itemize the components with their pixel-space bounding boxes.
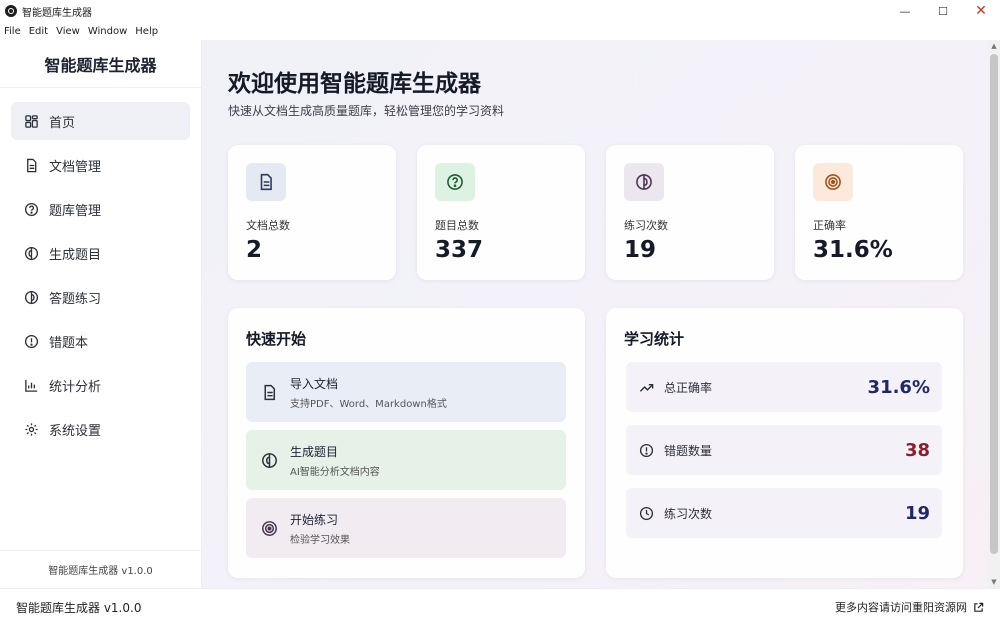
stat-label: 练习次数 — [624, 219, 668, 232]
sidebar-item-label: 答题练习 — [49, 291, 102, 307]
sidebar-version: 智能题库生成器 v1.0.0 — [0, 550, 201, 588]
page-subtitle: 快速从文档生成高质量题库，轻松管理您的学习资料 — [228, 104, 505, 118]
alert-icon — [638, 442, 654, 458]
stat-label: 题目总数 — [435, 219, 479, 232]
external-link-icon — [974, 602, 984, 612]
stat-value: 337 — [435, 237, 484, 263]
app-icon — [5, 5, 17, 17]
dashboard-icon — [23, 113, 39, 129]
sidebar: 智能题库生成器 首页 文档管理 题库管理 生成题目 答题练习 错题本 统计分析 … — [0, 40, 202, 588]
practice-icon — [23, 289, 39, 305]
sidebar-item-label: 生成题目 — [49, 247, 102, 263]
quick-item-desc: 支持PDF、Word、Markdown格式 — [290, 398, 447, 410]
menu-file[interactable]: File — [0, 26, 25, 37]
stat-row-total-accuracy: 总正确率 31.6% — [626, 362, 942, 412]
stat-row-mistakes: 错题数量 38 — [626, 425, 942, 475]
sidebar-item-mistakes[interactable]: 错题本 — [11, 322, 190, 360]
stat-row-practice-count: 练习次数 19 — [626, 488, 942, 538]
stat-card-questions: 题目总数 337 — [417, 145, 585, 280]
target-icon — [260, 519, 278, 537]
sidebar-item-generate[interactable]: 生成题目 — [11, 234, 190, 272]
stat-label: 文档总数 — [246, 219, 290, 232]
document-icon — [260, 383, 278, 401]
external-link-label: 更多内容请访问重阳资源网 — [835, 601, 967, 614]
stat-card-practice: 练习次数 19 — [606, 145, 774, 280]
scroll-thumb[interactable] — [990, 54, 998, 554]
stat-value: 31.6% — [813, 237, 893, 263]
status-version: 智能题库生成器 v1.0.0 — [16, 600, 142, 615]
sidebar-item-label: 文档管理 — [49, 159, 102, 175]
stat-row-value: 19 — [904, 502, 930, 524]
sidebar-item-label: 首页 — [49, 115, 76, 131]
maximize-button[interactable]: ☐ — [924, 0, 962, 22]
window-title: 智能题库生成器 — [22, 7, 92, 19]
scroll-down-arrow[interactable]: ▼ — [988, 576, 1000, 588]
vertical-scrollbar[interactable]: ▲ ▼ — [988, 40, 1000, 588]
stat-value: 2 — [246, 237, 263, 263]
minimize-button[interactable]: — — [886, 0, 924, 22]
quick-item-title: 导入文档 — [290, 376, 339, 391]
sidebar-item-label: 错题本 — [49, 335, 89, 351]
status-bar: 智能题库生成器 v1.0.0 更多内容请访问重阳资源网 — [0, 588, 1000, 625]
question-icon — [23, 201, 39, 217]
error-icon — [23, 333, 39, 349]
generate-icon — [23, 245, 39, 261]
title-bar: 智能题库生成器 — ☐ ✕ — [0, 0, 1000, 22]
quick-item-title: 生成题目 — [290, 444, 339, 459]
stat-card-accuracy: 正确率 31.6% — [795, 145, 963, 280]
stat-card-documents: 文档总数 2 — [228, 145, 396, 280]
stat-row-value: 38 — [904, 439, 930, 461]
stat-row-label: 练习次数 — [664, 506, 713, 521]
sidebar-nav: 首页 文档管理 题库管理 生成题目 答题练习 错题本 统计分析 系统设置 — [0, 88, 201, 448]
stat-row-label: 错题数量 — [664, 443, 713, 458]
sidebar-item-label: 题库管理 — [49, 203, 102, 219]
document-icon — [23, 157, 39, 173]
stat-row-value: 31.6% — [867, 376, 930, 398]
document-icon — [246, 163, 286, 201]
target-icon — [813, 163, 853, 201]
quick-item-desc: AI智能分析文档内容 — [290, 466, 380, 478]
stat-label: 正确率 — [813, 219, 846, 232]
sidebar-item-label: 统计分析 — [49, 379, 102, 395]
quick-import-document[interactable]: 导入文档 支持PDF、Word、Markdown格式 — [246, 362, 566, 422]
sidebar-item-practice[interactable]: 答题练习 — [11, 278, 190, 316]
sidebar-item-label: 系统设置 — [49, 423, 102, 439]
sidebar-item-settings[interactable]: 系统设置 — [11, 410, 190, 448]
question-icon — [435, 163, 475, 201]
panel-title: 学习统计 — [624, 330, 685, 348]
quick-start-practice[interactable]: 开始练习 检验学习效果 — [246, 498, 566, 558]
menu-view[interactable]: View — [52, 26, 84, 37]
practice-icon — [624, 163, 664, 201]
study-stats-panel: 学习统计 总正确率 31.6% 错题数量 38 练习次数 19 — [606, 308, 963, 578]
menu-window[interactable]: Window — [84, 26, 131, 37]
menu-bar: File Edit View Window Help — [0, 22, 1000, 40]
clock-icon — [638, 505, 654, 521]
quick-generate-questions[interactable]: 生成题目 AI智能分析文档内容 — [246, 430, 566, 490]
sidebar-item-documents[interactable]: 文档管理 — [11, 146, 190, 184]
gear-icon — [23, 421, 39, 437]
external-link[interactable]: 更多内容请访问重阳资源网 — [835, 599, 984, 615]
chart-icon — [23, 377, 39, 393]
panel-title: 快速开始 — [246, 330, 307, 348]
sidebar-item-home[interactable]: 首页 — [11, 102, 190, 140]
quick-start-panel: 快速开始 导入文档 支持PDF、Word、Markdown格式 生成题目 AI智… — [228, 308, 585, 578]
stat-row-label: 总正确率 — [664, 380, 713, 395]
quick-item-title: 开始练习 — [290, 512, 339, 527]
scroll-up-arrow[interactable]: ▲ — [988, 40, 1000, 52]
window-controls: — ☐ ✕ — [886, 0, 1000, 22]
close-button[interactable]: ✕ — [962, 0, 1000, 22]
quick-item-desc: 检验学习效果 — [290, 534, 350, 546]
sidebar-item-question-bank[interactable]: 题库管理 — [11, 190, 190, 228]
menu-help[interactable]: Help — [131, 26, 162, 37]
sidebar-item-statistics[interactable]: 统计分析 — [11, 366, 190, 404]
generate-icon — [260, 451, 278, 469]
trend-icon — [638, 379, 654, 395]
menu-edit[interactable]: Edit — [25, 26, 52, 37]
sidebar-brand: 智能题库生成器 — [0, 40, 201, 88]
stat-value: 19 — [624, 237, 657, 263]
page-title: 欢迎使用智能题库生成器 — [228, 71, 481, 97]
main-content: 欢迎使用智能题库生成器 快速从文档生成高质量题库，轻松管理您的学习资料 文档总数… — [202, 40, 988, 588]
